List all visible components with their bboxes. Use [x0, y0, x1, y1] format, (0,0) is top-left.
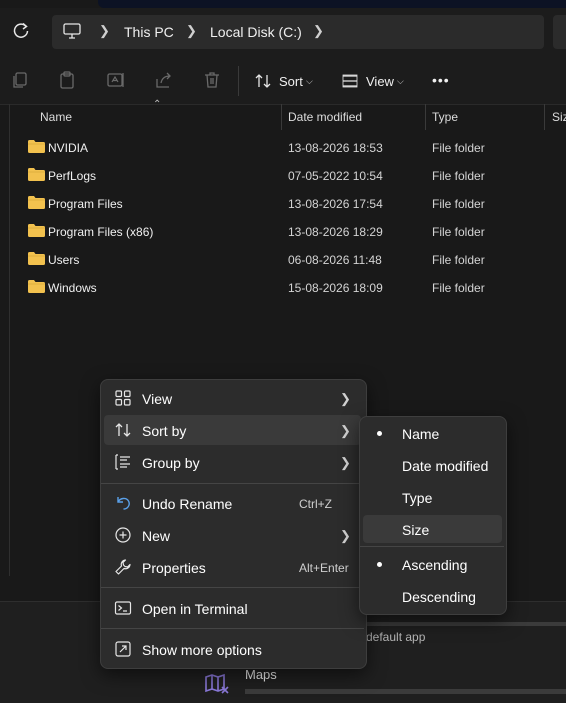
menu-item-show-more-options[interactable]: Show more options	[142, 642, 262, 658]
file-type: File folder	[432, 169, 485, 183]
view-icon[interactable]	[341, 73, 359, 89]
group-by-icon	[114, 453, 132, 471]
toolbar-divider	[238, 66, 239, 96]
chevron-right-icon[interactable]: ❯	[313, 23, 324, 39]
computer-icon	[63, 23, 81, 39]
file-type: File folder	[432, 197, 485, 211]
sort-order-ascending[interactable]: Ascending	[402, 557, 467, 573]
sort-order-descending[interactable]: Descending	[402, 589, 476, 605]
delete-icon[interactable]	[202, 70, 222, 90]
panel-divider	[245, 689, 566, 694]
file-date: 13-08-2026 18:53	[288, 141, 383, 155]
file-date: 07-05-2022 10:54	[288, 169, 383, 183]
file-type: File folder	[432, 141, 485, 155]
show-more-options-icon	[114, 640, 132, 658]
menu-item-sort-by[interactable]: Sort by	[142, 423, 186, 439]
menu-item-view[interactable]: View	[142, 391, 172, 407]
column-divider[interactable]	[544, 104, 545, 130]
chevron-right-icon: ❯	[340, 528, 351, 543]
sort-option-date-modified[interactable]: Date modified	[402, 458, 488, 474]
file-name: NVIDIA	[48, 141, 89, 155]
properties-shortcut: Alt+Enter	[299, 561, 349, 575]
breadcrumb-local-disk[interactable]: Local Disk (C:)	[210, 24, 302, 40]
column-header-size[interactable]: Siz	[552, 110, 566, 124]
folder-icon	[28, 280, 45, 293]
sort-option-type[interactable]: Type	[402, 490, 432, 506]
more-options-icon[interactable]: •••	[432, 72, 450, 88]
menu-separator	[101, 483, 364, 484]
column-header-name[interactable]: Name	[40, 110, 72, 124]
file-date: 13-08-2026 17:54	[288, 197, 383, 211]
sort-ascending-indicator-icon: ⌃	[153, 99, 162, 110]
column-divider[interactable]	[281, 104, 282, 130]
file-date: 15-08-2026 18:09	[288, 281, 383, 295]
paste-icon[interactable]	[57, 70, 77, 90]
chevron-down-icon[interactable]: ⌵	[397, 76, 404, 87]
folder-icon	[28, 224, 45, 237]
menu-separator	[101, 628, 364, 629]
file-name: Windows	[48, 281, 97, 295]
column-header-type[interactable]: Type	[432, 110, 458, 124]
chevron-right-icon[interactable]: ❯	[99, 23, 110, 39]
sort-option-name[interactable]: Name	[402, 426, 439, 442]
file-name: Users	[48, 253, 80, 267]
menu-item-undo-rename[interactable]: Undo Rename	[142, 496, 232, 512]
maps-icon	[204, 673, 230, 695]
rename-icon[interactable]	[106, 70, 126, 90]
folder-icon	[28, 196, 45, 209]
chevron-right-icon[interactable]: ❯	[186, 23, 197, 39]
panel-divider	[366, 622, 566, 626]
undo-shortcut: Ctrl+Z	[299, 497, 332, 511]
submenu-item-highlight	[363, 515, 502, 543]
selected-bullet-icon	[377, 562, 382, 567]
view-grid-icon	[114, 389, 132, 407]
wrench-icon	[114, 558, 132, 576]
column-divider[interactable]	[425, 104, 426, 130]
maps-label[interactable]: Maps	[245, 667, 277, 682]
new-plus-icon	[114, 526, 132, 544]
folder-icon	[28, 168, 45, 181]
share-icon[interactable]	[154, 70, 174, 90]
folder-icon	[28, 140, 45, 153]
undo-icon	[114, 494, 132, 512]
sort-button[interactable]: Sort	[279, 74, 303, 89]
window-top-strip	[98, 0, 566, 8]
file-date: 06-08-2026 11:48	[288, 253, 382, 267]
submenu-separator	[360, 546, 504, 547]
selected-bullet-icon	[377, 431, 382, 436]
column-header-date-modified[interactable]: Date modified	[288, 110, 362, 124]
file-date: 13-08-2026 18:29	[288, 225, 383, 239]
menu-item-open-terminal[interactable]: Open in Terminal	[142, 601, 248, 617]
view-button[interactable]: View	[366, 74, 394, 89]
chevron-down-icon[interactable]: ⌵	[306, 76, 313, 87]
file-name: Program Files (x86)	[48, 225, 154, 239]
breadcrumb-this-pc[interactable]: This PC	[124, 24, 174, 40]
default-app-text: default app	[366, 630, 426, 644]
terminal-icon	[114, 599, 132, 617]
menu-item-new[interactable]: New	[142, 528, 170, 544]
chevron-right-icon: ❯	[340, 423, 351, 438]
navigation-pane-divider	[9, 104, 10, 576]
file-name: PerfLogs	[48, 169, 97, 183]
file-type: File folder	[432, 253, 485, 267]
chevron-right-icon: ❯	[340, 455, 351, 470]
sort-option-size[interactable]: Size	[402, 522, 429, 538]
sort-icon	[114, 421, 132, 439]
folder-icon	[28, 252, 45, 265]
file-type: File folder	[432, 281, 485, 295]
menu-item-group-by[interactable]: Group by	[142, 455, 200, 471]
menu-separator	[101, 587, 364, 588]
menu-item-properties[interactable]: Properties	[142, 560, 206, 576]
chevron-right-icon: ❯	[340, 391, 351, 406]
copy-icon[interactable]	[10, 70, 30, 90]
file-name: Program Files	[48, 197, 123, 211]
file-type: File folder	[432, 225, 485, 239]
refresh-icon[interactable]	[10, 20, 32, 42]
search-box[interactable]	[553, 15, 566, 49]
sort-icon[interactable]	[254, 72, 272, 90]
